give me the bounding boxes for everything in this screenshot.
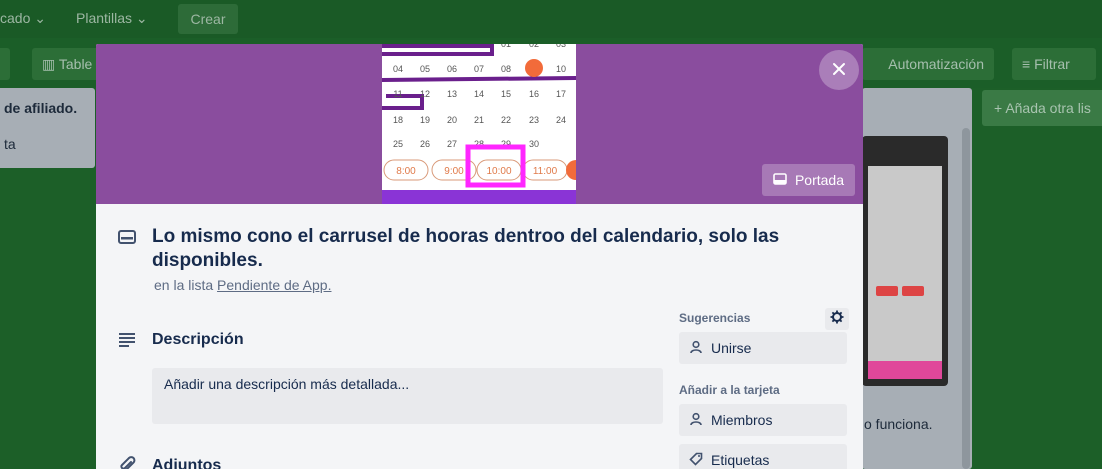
calendar-day: 02 [529, 44, 539, 49]
members-label: Miembros [711, 412, 773, 428]
members-button[interactable]: Miembros [679, 404, 847, 436]
paperclip-icon [118, 456, 136, 469]
list-prefix: en la lista [154, 277, 214, 293]
calendar-day: 12 [420, 89, 430, 99]
calendar-day: 13 [447, 89, 457, 99]
calendar-day: 03 [556, 44, 566, 49]
card-cover: 0102030405060708091011121314151617181920… [96, 44, 863, 204]
calendar-day: 11 [393, 89, 402, 99]
calendar-day: 21 [474, 115, 484, 125]
card-icon [118, 230, 136, 249]
calendar-day: 07 [474, 64, 484, 74]
cover-icon [773, 172, 787, 188]
time-slot-label: 11:00 [533, 166, 558, 177]
description-input[interactable]: Añadir una descripción más detallada... [152, 368, 663, 424]
cover-image: 0102030405060708091011121314151617181920… [382, 44, 576, 204]
close-icon [832, 62, 846, 79]
calendar-day: 17 [556, 89, 566, 99]
calendar-day: 06 [447, 64, 457, 74]
suggestions-label: Sugerencias [679, 311, 751, 325]
calendar-day: 18 [393, 115, 403, 125]
calendar-day: 26 [420, 139, 430, 149]
gear-icon [830, 310, 844, 329]
calendar-screenshot: 0102030405060708091011121314151617181920… [382, 44, 576, 204]
description-icon [118, 332, 136, 353]
calendar-day: 20 [447, 115, 457, 125]
calendar-day: 01 [501, 44, 511, 49]
attachments-heading: Adjuntos [152, 457, 222, 469]
labels-label: Etiquetas [711, 452, 770, 468]
calendar-day: 22 [501, 115, 511, 125]
close-modal-button[interactable] [819, 50, 859, 90]
description-heading: Descripción [152, 331, 244, 348]
calendar-day: 14 [474, 89, 484, 99]
add-to-card-label: Añadir a la tarjeta [679, 383, 780, 397]
card-detail-modal: 0102030405060708091011121314151617181920… [96, 44, 863, 469]
calendar-day: 27 [447, 139, 457, 149]
time-slot-label: 8:00 [396, 166, 416, 177]
labels-button[interactable]: Etiquetas [679, 444, 847, 469]
calendar-day: 15 [501, 89, 511, 99]
suggestions-settings-button[interactable] [825, 308, 849, 330]
time-slot-label: 10:00 [486, 166, 511, 177]
calendar-day: 19 [420, 115, 430, 125]
cover-button[interactable]: Portada [762, 164, 855, 196]
calendar-day: 05 [420, 64, 430, 74]
calendar-day: 30 [529, 139, 539, 149]
calendar-day: 23 [529, 115, 539, 125]
list-link[interactable]: Pendiente de App. [217, 277, 331, 293]
person-icon [689, 340, 703, 357]
join-label: Unirse [711, 340, 752, 356]
calendar-day: 04 [393, 64, 403, 74]
calendar-day: 24 [556, 115, 566, 125]
card-list-info: en la lista Pendiente de App. [154, 277, 331, 293]
calendar-day: 08 [501, 64, 511, 74]
person-icon [689, 412, 703, 429]
card-title[interactable]: Lo mismo cono el carrusel de hooras dent… [152, 225, 792, 273]
join-button[interactable]: Unirse [679, 332, 847, 364]
time-slot-label: 9:00 [444, 166, 464, 177]
calendar-day: 16 [529, 89, 539, 99]
calendar-day: 25 [393, 139, 403, 149]
cover-button-label: Portada [794, 172, 845, 188]
tag-icon [689, 452, 703, 469]
calendar-day: 10 [556, 64, 566, 74]
